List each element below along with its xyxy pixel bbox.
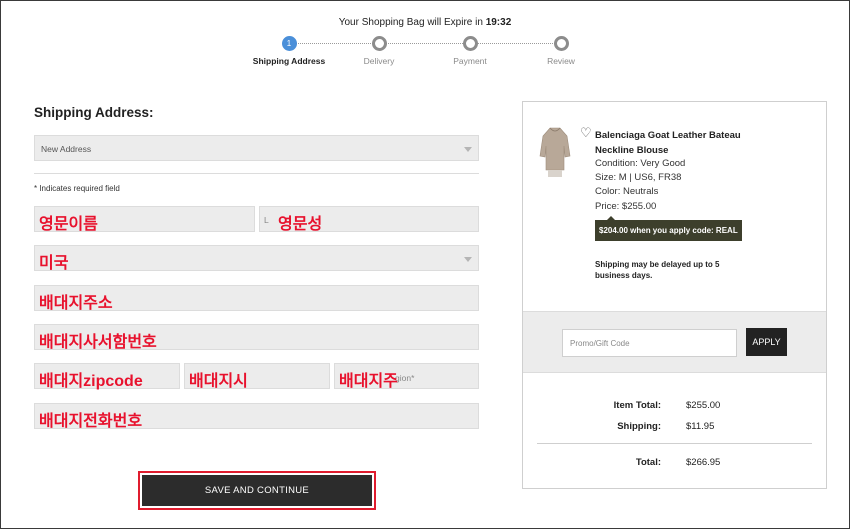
product-price: Price: $255.00 [595,201,657,212]
item-total-value: $255.00 [686,400,721,411]
phone-field[interactable]: 배대지전화번호 [34,403,479,430]
item-total-label: Item Total: [613,400,661,411]
expire-timer: 19:32 [485,17,512,28]
total-label: Total: [635,457,661,468]
required-field-note: * Indicates required field [34,184,120,193]
zip-code-field[interactable]: 배대지zipcode [34,363,180,390]
step-review: Review [516,36,606,66]
step-delivery: Delivery [334,36,424,66]
step-label: Shipping Address [252,56,326,66]
order-summary: ♡ Balenciaga Goat Leather Bateau Necklin… [522,101,827,489]
divider [34,173,479,174]
step-2-indicator [371,36,387,51]
product-condition: Condition: Very Good [595,158,686,169]
checkout-progress: 1 Shipping Address Delivery Payment Revi… [240,36,600,76]
total-value: $266.95 [686,457,721,468]
promo-code-section: Promo/Gift Code APPLY [523,311,826,373]
step-label: Delivery [363,56,395,66]
promo-code-input[interactable]: Promo/Gift Code [562,329,737,357]
state-field[interactable]: gion* 배대지주 [334,363,479,390]
product-thumbnail[interactable] [539,126,571,178]
step-payment: Payment [425,36,515,66]
product-size: Size: M | US6, FR38 [595,172,682,183]
product-name[interactable]: Balenciaga Goat Leather Bateau Neckline … [595,128,765,158]
city-annotation: 배대지시 [189,373,248,390]
shipping-label: Shipping: [617,421,661,432]
last-name-annotation: 영문성 [278,216,323,233]
address-select-value: New Address [41,144,92,154]
shipping-value: $11.95 [686,421,715,432]
address-line2-field[interactable]: 배대지사서함번호 [34,324,479,351]
first-name-field[interactable]: 영문이름 [34,206,255,233]
address-line1-annotation: 배대지주소 [39,295,113,312]
step-label: Payment [453,56,487,66]
promo-code-placeholder: Promo/Gift Code [570,339,630,348]
state-annotation: 배대지주 [339,373,398,390]
promo-price-tag: $204.00 when you apply code: REAL [595,216,742,241]
last-name-hint: L [264,215,269,225]
step-3-indicator [462,36,478,51]
city-field[interactable]: 배대지시 [184,363,330,390]
bag-expire-notice: Your Shopping Bag will Expire in 19:32 [0,17,850,28]
apply-button[interactable]: APPLY [746,328,787,356]
address-select[interactable]: New Address [34,135,479,161]
dropdown-caret-icon [464,147,472,152]
phone-annotation: 배대지전화번호 [39,413,143,430]
totals-divider [537,443,812,444]
step-1-indicator: 1 [281,36,297,51]
product-color: Color: Neutrals [595,186,659,197]
dropdown-caret-icon [464,257,472,262]
country-select[interactable]: 미국 [34,245,479,272]
step-shipping-address: 1 Shipping Address [244,36,334,66]
save-and-continue-button[interactable]: SAVE AND CONTINUE [142,475,372,506]
step-label: Review [547,56,575,66]
shipping-delay-note: Shipping may be delayed up to 5 business… [595,260,720,280]
country-annotation: 미국 [39,255,69,272]
address-line1-field[interactable]: 배대지주소 [34,285,479,312]
zip-annotation: 배대지zipcode [39,373,143,390]
last-name-field[interactable]: L 영문성 [259,206,479,233]
step-4-indicator [553,36,569,51]
heart-icon[interactable]: ♡ [580,126,592,139]
shipping-address-title: Shipping Address: [34,105,154,120]
expire-prefix: Your Shopping Bag will Expire in [338,17,483,28]
first-name-annotation: 영문이름 [39,216,98,233]
address-line2-annotation: 배대지사서함번호 [39,334,157,351]
